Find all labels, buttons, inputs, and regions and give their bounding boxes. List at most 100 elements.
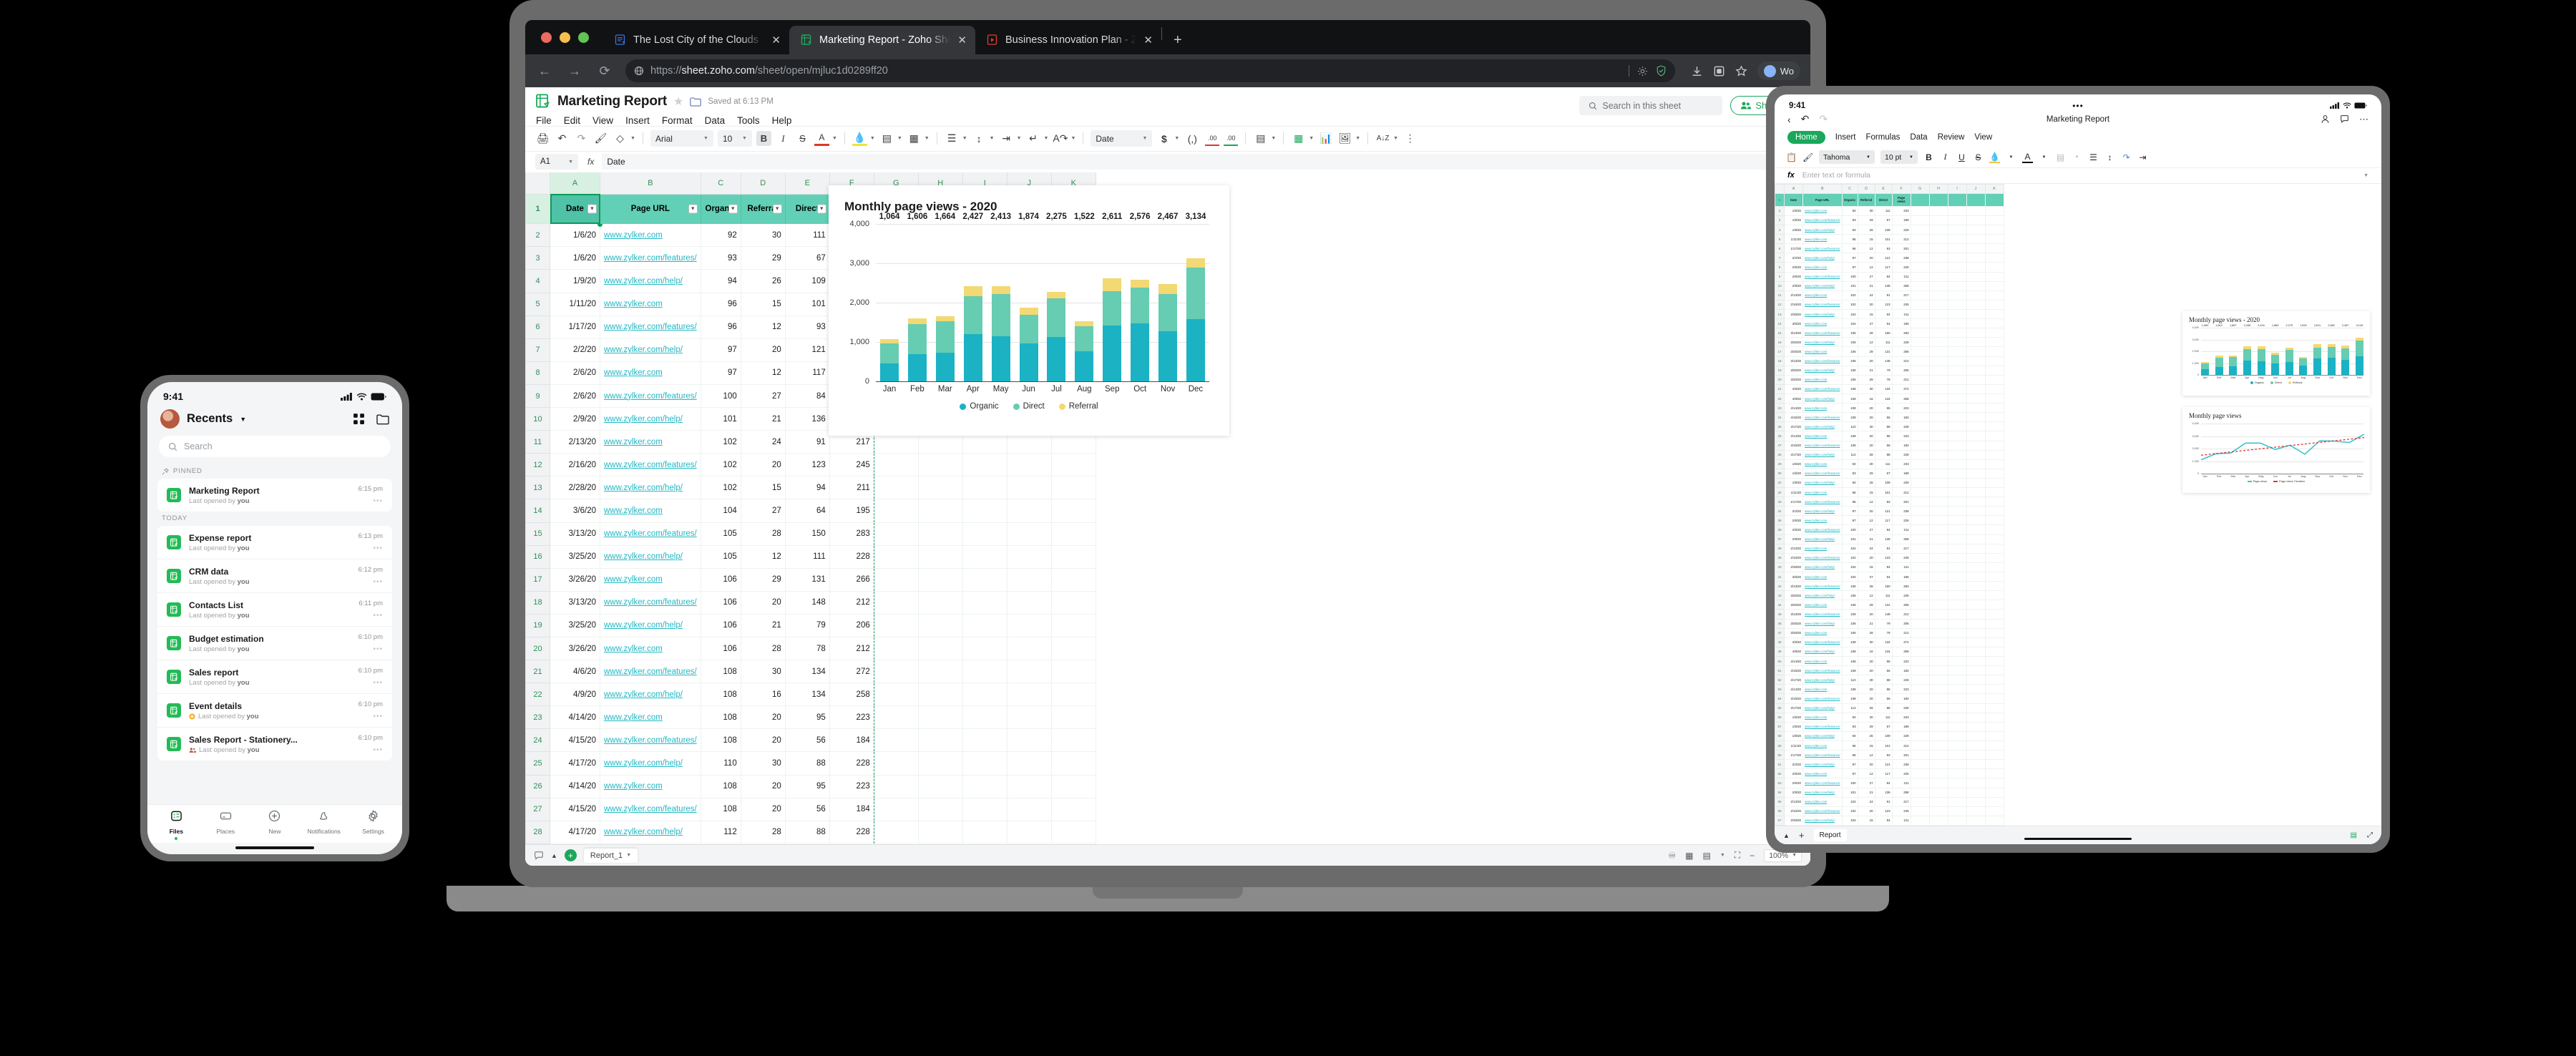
empty-cell[interactable]: [1911, 524, 1930, 535]
cell-referral[interactable]: 12: [1858, 750, 1875, 761]
cell-referral[interactable]: 28: [741, 637, 786, 661]
cell-date[interactable]: 4/17/20: [1784, 421, 1803, 432]
cell-referral[interactable]: 20: [1858, 656, 1875, 667]
cell-direct[interactable]: 136: [1875, 281, 1893, 291]
cell-referral[interactable]: 21: [741, 407, 786, 431]
shield-icon[interactable]: [1656, 65, 1667, 77]
empty-cell[interactable]: [1948, 628, 1967, 638]
empty-cell[interactable]: [1985, 290, 2004, 300]
cell-page-url[interactable]: www.zylker.com: [1802, 487, 1843, 498]
cell-referral[interactable]: 20: [1858, 300, 1875, 310]
empty-cell[interactable]: [1948, 544, 1967, 554]
empty-cell[interactable]: [962, 637, 1008, 661]
cell-referral[interactable]: 27: [1858, 272, 1875, 282]
bar-May[interactable]: 2,413: [990, 212, 1011, 381]
cell-page-url[interactable]: www.zylker.com/features/: [1802, 300, 1843, 310]
empty-cell[interactable]: [1911, 290, 1930, 300]
cell-date[interactable]: 4/17/20: [1784, 703, 1803, 713]
cell-date[interactable]: 2/13/20: [550, 430, 600, 454]
text-rotation-button[interactable]: A↷: [1053, 131, 1068, 146]
legend-item-0[interactable]: Page views: [2247, 480, 2267, 483]
empty-cell[interactable]: [1948, 337, 1967, 348]
empty-cell[interactable]: [1929, 619, 1948, 629]
cell-organic[interactable]: 101: [1842, 281, 1858, 291]
row-header-63[interactable]: 63: [1775, 778, 1785, 788]
empty-cell[interactable]: [1929, 281, 1948, 291]
cell-direct[interactable]: 88: [785, 821, 830, 844]
empty-cell[interactable]: [1929, 768, 1948, 779]
empty-cell[interactable]: [1966, 572, 1986, 582]
empty-cell[interactable]: [1966, 225, 1986, 235]
cell-page-views[interactable]: 228: [1892, 337, 1911, 348]
empty-cell[interactable]: [874, 660, 919, 684]
cell-referral[interactable]: 29: [1858, 346, 1875, 357]
cell-date[interactable]: 2/6/20: [1784, 272, 1803, 282]
empty-cell[interactable]: [1911, 740, 1930, 751]
empty-cell[interactable]: [1948, 384, 1967, 394]
cell-referral[interactable]: 27: [1858, 778, 1875, 788]
phone-tab-notifications[interactable]: Notifications: [299, 810, 348, 840]
cell-page-views[interactable]: 245: [1892, 300, 1911, 310]
empty-cell[interactable]: [1007, 775, 1052, 798]
row-header-53[interactable]: 53: [1775, 684, 1785, 695]
cell-page-url[interactable]: www.zylker.com: [1802, 206, 1843, 216]
align-vertical-button[interactable]: ↕: [2104, 152, 2115, 162]
empty-cell[interactable]: [874, 476, 919, 500]
cell-organic[interactable]: 112: [1842, 703, 1858, 713]
cell-organic[interactable]: 106: [1842, 609, 1858, 620]
cell-direct[interactable]: 101: [1875, 740, 1893, 751]
empty-cell[interactable]: [1985, 206, 2004, 216]
cell-page-url[interactable]: www.zylker.com/features/: [1802, 637, 1843, 647]
cell-referral[interactable]: 12: [741, 316, 786, 339]
more-options-icon[interactable]: •••: [373, 497, 383, 505]
empty-cell[interactable]: [1966, 234, 1986, 245]
conditional-format-button[interactable]: ▤: [1253, 131, 1268, 146]
cell-referral[interactable]: 12: [1858, 590, 1875, 601]
empty-cell[interactable]: [1948, 328, 1967, 338]
cell-referral[interactable]: 28: [741, 522, 786, 546]
cell-referral[interactable]: 20: [1858, 412, 1875, 423]
empty-cell[interactable]: [1929, 675, 1948, 685]
cell-referral[interactable]: 27: [1858, 524, 1875, 535]
row-header-31[interactable]: 31: [1775, 477, 1785, 489]
text-color-button[interactable]: A: [2022, 152, 2033, 163]
cell-direct[interactable]: 93: [1875, 750, 1893, 761]
cell-page-views[interactable]: 223: [1892, 431, 1911, 441]
cell-organic[interactable]: 96: [1842, 487, 1858, 498]
phone-tab-bar[interactable]: Files Places New Notifications Settings: [147, 804, 402, 843]
empty-cell[interactable]: [1929, 318, 1948, 329]
column-header-G[interactable]: G: [1910, 184, 1930, 194]
empty-cell[interactable]: [1966, 553, 1986, 563]
increase-decimal-button[interactable]: .00: [1224, 131, 1239, 146]
cell-date[interactable]: 4/14/20: [550, 705, 600, 730]
empty-cell[interactable]: [1929, 534, 1948, 544]
strikethrough-button[interactable]: S: [795, 131, 810, 146]
empty-cell[interactable]: [918, 660, 963, 684]
empty-cell[interactable]: [1929, 243, 1948, 254]
folder-icon[interactable]: [690, 97, 701, 107]
empty-cell[interactable]: [1007, 453, 1052, 477]
cell-direct[interactable]: 136: [1875, 534, 1893, 544]
cell-page-url[interactable]: www.zylker.com: [1802, 459, 1843, 469]
empty-cell[interactable]: [1985, 703, 2004, 713]
cell-direct[interactable]: 78: [785, 637, 830, 661]
cell-organic[interactable]: 96: [1842, 243, 1858, 254]
empty-cell[interactable]: [1911, 600, 1930, 610]
cell-page-url[interactable]: www.zylker.com: [1802, 262, 1843, 273]
cell-organic[interactable]: 96: [1842, 750, 1858, 761]
cell-direct[interactable]: 111: [1875, 206, 1893, 216]
cell-direct[interactable]: 94: [1875, 816, 1893, 826]
cell-organic[interactable]: 108: [701, 705, 741, 730]
cell-direct[interactable]: 94: [785, 476, 830, 500]
bar-Jan[interactable]: 1,064: [2201, 324, 2209, 375]
filter-dropdown-icon[interactable]: ▼: [728, 204, 738, 214]
empty-cell[interactable]: [1985, 450, 2004, 460]
cell-organic[interactable]: 102: [1842, 290, 1858, 300]
row-header-20[interactable]: 20: [525, 636, 550, 661]
empty-cell[interactable]: [1966, 356, 1986, 366]
cell-direct[interactable]: 123: [785, 453, 830, 477]
empty-cell[interactable]: [918, 821, 963, 844]
cell-page-views[interactable]: 223: [1892, 403, 1911, 414]
collapse-sheets-icon[interactable]: ▲: [1783, 832, 1790, 839]
empty-cell[interactable]: [1007, 499, 1052, 523]
